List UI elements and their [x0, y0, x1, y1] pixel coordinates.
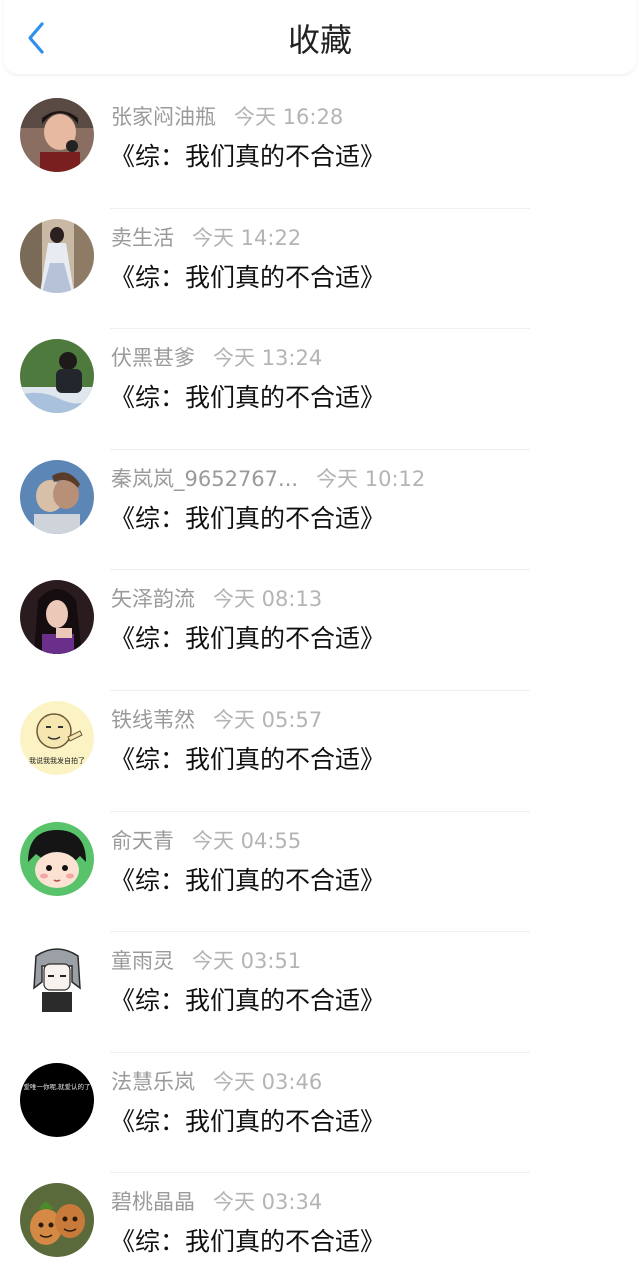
item-meta: 卖生活 今天 14:22: [111, 223, 301, 253]
list-item[interactable]: 矢泽韵流 今天 08:13 《综：我们真的不合适》: [0, 570, 640, 691]
avatar-image: [20, 98, 94, 172]
avatar[interactable]: [20, 821, 94, 896]
item-title[interactable]: 《综：我们真的不合适》: [110, 1223, 385, 1261]
user-name[interactable]: 卖生活: [111, 226, 174, 250]
item-meta: 伏黑甚爹 今天 13:24: [111, 343, 322, 373]
item-title[interactable]: 《综：我们真的不合适》: [110, 379, 385, 417]
avatar-image: [20, 580, 94, 655]
timestamp: 今天 08:13: [213, 587, 323, 612]
avatar-image: [20, 459, 94, 534]
favorites-list: 张家闷油瓶今天 16:28 《综：我们真的不合适》 卖生活今天 14:22: [0, 88, 640, 1272]
avatar[interactable]: [20, 339, 94, 414]
favorites-page: 收藏 张家闷油瓶 今天 16:28 《综：我们真的不合适》 卖生活 今天 14:…: [0, 0, 640, 1272]
avatar-image: [20, 339, 94, 414]
item-meta: 张家闷油瓶 今天 16:28: [111, 102, 343, 132]
timestamp: 今天 03:46: [213, 1069, 323, 1094]
timestamp: 今天 16:28: [234, 105, 344, 129]
timestamp: 今天 14:22: [192, 225, 302, 250]
avatar-image: [20, 942, 94, 1017]
list-item[interactable]: 伏黑甚爹 今天 13:24 《综：我们真的不合适》: [0, 329, 640, 450]
header-bar: 收藏: [4, 0, 636, 74]
avatar-image: 我说我我发自拍了: [20, 700, 94, 775]
list-item[interactable]: 张家闷油瓶 今天 16:28 《综：我们真的不合适》: [0, 88, 640, 209]
user-name[interactable]: 童雨灵: [111, 949, 174, 973]
avatar-image: 爱唯一你呢,就爱认的了: [20, 1062, 94, 1137]
item-title[interactable]: 《综：我们真的不合适》: [110, 862, 385, 900]
item-meta: 碧桃晶晶 今天 03:34: [111, 1187, 322, 1217]
list-item[interactable]: 秦岚岚_9652767... 今天 10:12 《综：我们真的不合适》: [0, 450, 640, 571]
avatar[interactable]: [20, 942, 94, 1017]
timestamp: 今天 13:24: [213, 346, 323, 371]
timestamp: 今天 05:57: [213, 707, 323, 732]
timestamp: 今天 04:55: [192, 828, 302, 853]
avatar[interactable]: 爱唯一你呢,就爱认的了: [20, 1062, 94, 1137]
item-meta: 童雨灵 今天 03:51: [111, 946, 301, 976]
item-meta: 俞天青 今天 04:55: [111, 826, 301, 856]
user-name[interactable]: 秦岚岚_9652767...: [111, 467, 298, 491]
page-title: 收藏: [287, 21, 352, 59]
user-name[interactable]: 俞天青: [111, 829, 174, 853]
avatar-caption: 我说我我发自拍了: [29, 756, 85, 765]
item-title[interactable]: 《综：我们真的不合适》: [110, 741, 385, 779]
avatar[interactable]: [20, 98, 94, 172]
item-title[interactable]: 《综：我们真的不合适》: [110, 982, 385, 1020]
list-item[interactable]: 童雨灵 今天 03:51 《综：我们真的不合适》: [0, 932, 640, 1053]
user-name[interactable]: 法慧乐岚: [111, 1070, 195, 1094]
timestamp: 今天 03:34: [213, 1190, 323, 1215]
item-title[interactable]: 《综：我们真的不合适》: [110, 620, 385, 658]
list-item[interactable]: 卖生活 今天 14:22 《综：我们真的不合适》: [0, 209, 640, 330]
list-item[interactable]: 碧桃晶晶 今天 03:34 《综：我们真的不合适》: [0, 1173, 640, 1272]
avatar-caption: 爱唯一你呢,就爱认的了: [23, 1082, 90, 1091]
item-title[interactable]: 《综：我们真的不合适》: [110, 259, 385, 297]
item-meta: 矢泽韵流 今天 08:13: [111, 584, 322, 614]
avatar[interactable]: [20, 218, 94, 293]
avatar[interactable]: [20, 580, 94, 655]
list-item[interactable]: 俞天青 今天 04:55 《综：我们真的不合适》: [0, 812, 640, 933]
item-title[interactable]: 《综：我们真的不合适》: [110, 500, 385, 538]
user-name[interactable]: 碧桃晶晶: [111, 1190, 195, 1214]
avatar-image: [20, 1183, 94, 1258]
item-meta: 秦岚岚_9652767... 今天 10:12: [111, 464, 425, 494]
item-meta: 法慧乐岚 今天 03:46: [111, 1067, 322, 1097]
avatar[interactable]: 我说我我发自拍了: [20, 700, 94, 775]
avatar[interactable]: [20, 1183, 94, 1258]
item-title[interactable]: 《综：我们真的不合适》: [110, 1103, 385, 1141]
avatar[interactable]: [20, 459, 94, 534]
item-meta: 铁线苇然 今天 05:57: [111, 705, 322, 735]
avatar-image: [20, 218, 94, 293]
user-name[interactable]: 铁线苇然: [111, 708, 195, 732]
timestamp: 今天 03:51: [192, 949, 302, 974]
user-name[interactable]: 伏黑甚爹: [111, 346, 195, 370]
list-item[interactable]: 我说我我发自拍了 铁线苇然 今天 05:57 《综：我们真的不合适》: [0, 691, 640, 812]
item-title[interactable]: 《综：我们真的不合适》: [110, 138, 385, 176]
avatar-image: [20, 821, 94, 896]
list-item[interactable]: 爱唯一你呢,就爱认的了 法慧乐岚 今天 03:46 《综：我们真的不合适》: [0, 1053, 640, 1174]
user-name[interactable]: 矢泽韵流: [111, 587, 195, 611]
timestamp: 今天 10:12: [316, 466, 426, 491]
user-name[interactable]: 张家闷油瓶: [111, 105, 216, 129]
